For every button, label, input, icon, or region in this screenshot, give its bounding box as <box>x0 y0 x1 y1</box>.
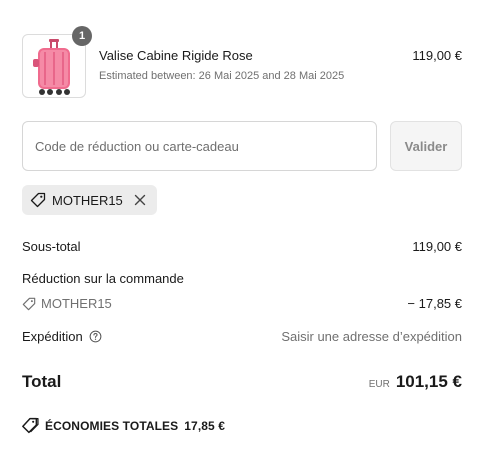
close-icon <box>134 194 145 206</box>
savings-value: 17,85 € <box>184 418 226 433</box>
remove-discount-button[interactable] <box>133 193 147 207</box>
cart-line-item: 1 Valise Cabine Rigide Rose Estimated be… <box>22 26 462 98</box>
total-label: Total <box>22 372 62 391</box>
order-discount-code-label: MOTHER15 <box>41 296 112 311</box>
subtotal-label: Sous-total <box>22 239 81 254</box>
total-amount: EUR 101,15 € <box>369 372 462 392</box>
total-currency: EUR <box>368 379 390 390</box>
order-discount-label: Réduction sur la commande <box>22 271 184 286</box>
applied-code-label: MOTHER15 <box>52 192 123 208</box>
total-row: Total EUR 101,15 € <box>22 372 462 392</box>
applied-discount-chip: MOTHER15 <box>22 185 157 215</box>
total-value: 101,15 € <box>395 372 462 391</box>
order-discount-value: − 17,85 € <box>407 296 462 311</box>
order-discount-code: MOTHER15 <box>22 296 112 311</box>
discount-code-input[interactable] <box>22 121 377 171</box>
total-savings: ÉCONOMIES TOTALES 17,85 € <box>22 417 225 434</box>
product-price: 119,00 € <box>412 48 462 63</box>
subtotal-row: Sous-total 119,00 € <box>22 239 462 254</box>
subtotal-value: 119,00 € <box>412 239 462 254</box>
order-discount-detail-row: MOTHER15 − 17,85 € <box>22 296 462 311</box>
help-circle-icon[interactable] <box>89 330 102 343</box>
shipping-value: Saisir une adresse d’expédition <box>281 329 462 344</box>
tag-icon <box>30 192 46 208</box>
product-name: Valise Cabine Rigide Rose <box>99 48 253 63</box>
shipping-label-group: Expédition <box>22 329 102 344</box>
shipping-label: Expédition <box>22 329 83 344</box>
quantity-badge: 1 <box>72 26 92 46</box>
order-discount-row: Réduction sur la commande <box>22 271 462 286</box>
tag-icon <box>22 417 39 434</box>
delivery-estimate: Estimated between: 26 Mai 2025 and 28 Ma… <box>99 70 345 82</box>
shipping-row: Expédition Saisir une adresse d’expéditi… <box>22 329 462 344</box>
tag-icon <box>22 297 36 310</box>
savings-label: ÉCONOMIES TOTALES <box>45 418 179 433</box>
apply-discount-button[interactable]: Valider <box>390 121 462 171</box>
